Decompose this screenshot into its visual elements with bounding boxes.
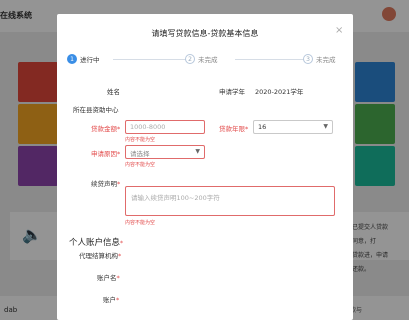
school-year-label: 申请学年 <box>219 88 245 96</box>
term-label-text: 贷款年限 <box>219 125 245 133</box>
step-1-number: 1 <box>67 54 77 64</box>
account-label-text: 账户 <box>103 296 116 304</box>
step-2-number: 2 <box>185 54 195 64</box>
term-value: 16 <box>258 123 267 131</box>
term-label: 贷款年限* <box>219 125 249 133</box>
account-section-title: 个人账户信息* <box>69 238 124 248</box>
agency-label: 代理结算机构* <box>79 252 122 260</box>
step-1: 1 进行中 <box>67 54 100 64</box>
chevron-down-icon: ▼ <box>323 123 328 130</box>
progress-steps: 1 进行中 2 未完成 3 未完成 <box>67 54 347 66</box>
step-3: 3 未完成 <box>303 54 336 64</box>
reason-label-text: 申请原因 <box>91 150 117 158</box>
step-3-number: 3 <box>303 54 313 64</box>
account-section-title-text: 个人账户信息 <box>69 238 121 248</box>
amount-input[interactable]: 1000-8000 <box>125 120 205 134</box>
reason-select[interactable]: 请选择 ▼ <box>125 145 205 159</box>
amount-label-text: 贷款金额 <box>91 125 117 133</box>
account-name-label-text: 账户名 <box>97 274 117 282</box>
reason-placeholder: 请选择 <box>130 150 150 158</box>
statement-textarea[interactable]: 请输入续贷声明100~200字符 <box>125 186 335 216</box>
term-select[interactable]: 16 ▼ <box>253 120 333 134</box>
step-2-label: 未完成 <box>198 56 218 64</box>
agency-label-text: 代理结算机构 <box>79 252 118 260</box>
reason-label: 申请原因* <box>91 150 121 158</box>
step-connector-1 <box>113 59 187 60</box>
step-1-label: 进行中 <box>80 56 100 64</box>
step-connector-2 <box>235 59 309 60</box>
step-2: 2 未完成 <box>185 54 218 64</box>
amount-error: 内容不能为空 <box>125 137 156 143</box>
statement-error: 内容不能为空 <box>125 220 156 226</box>
modal-title: 请填写贷款信息-贷款基本信息 <box>151 29 259 38</box>
reason-error: 内容不能为空 <box>125 162 156 168</box>
statement-label: 续贷声明* <box>91 180 121 188</box>
statement-label-text: 续贷声明 <box>91 180 117 188</box>
loan-info-modal: 请填写贷款信息-贷款基本信息 × 1 进行中 2 未完成 3 未完成 姓名 申请… <box>57 14 353 320</box>
close-icon[interactable]: × <box>335 25 343 36</box>
chevron-down-icon: ▼ <box>195 148 200 155</box>
account-label: 账户* <box>103 296 120 304</box>
school-year-value: 2020-2021学年 <box>255 88 304 96</box>
school-label: 所在县资助中心 <box>73 106 119 114</box>
amount-label: 贷款金额* <box>91 125 121 133</box>
step-3-label: 未完成 <box>316 56 336 64</box>
account-name-label: 账户名* <box>97 274 120 282</box>
name-label: 姓名 <box>107 88 120 96</box>
